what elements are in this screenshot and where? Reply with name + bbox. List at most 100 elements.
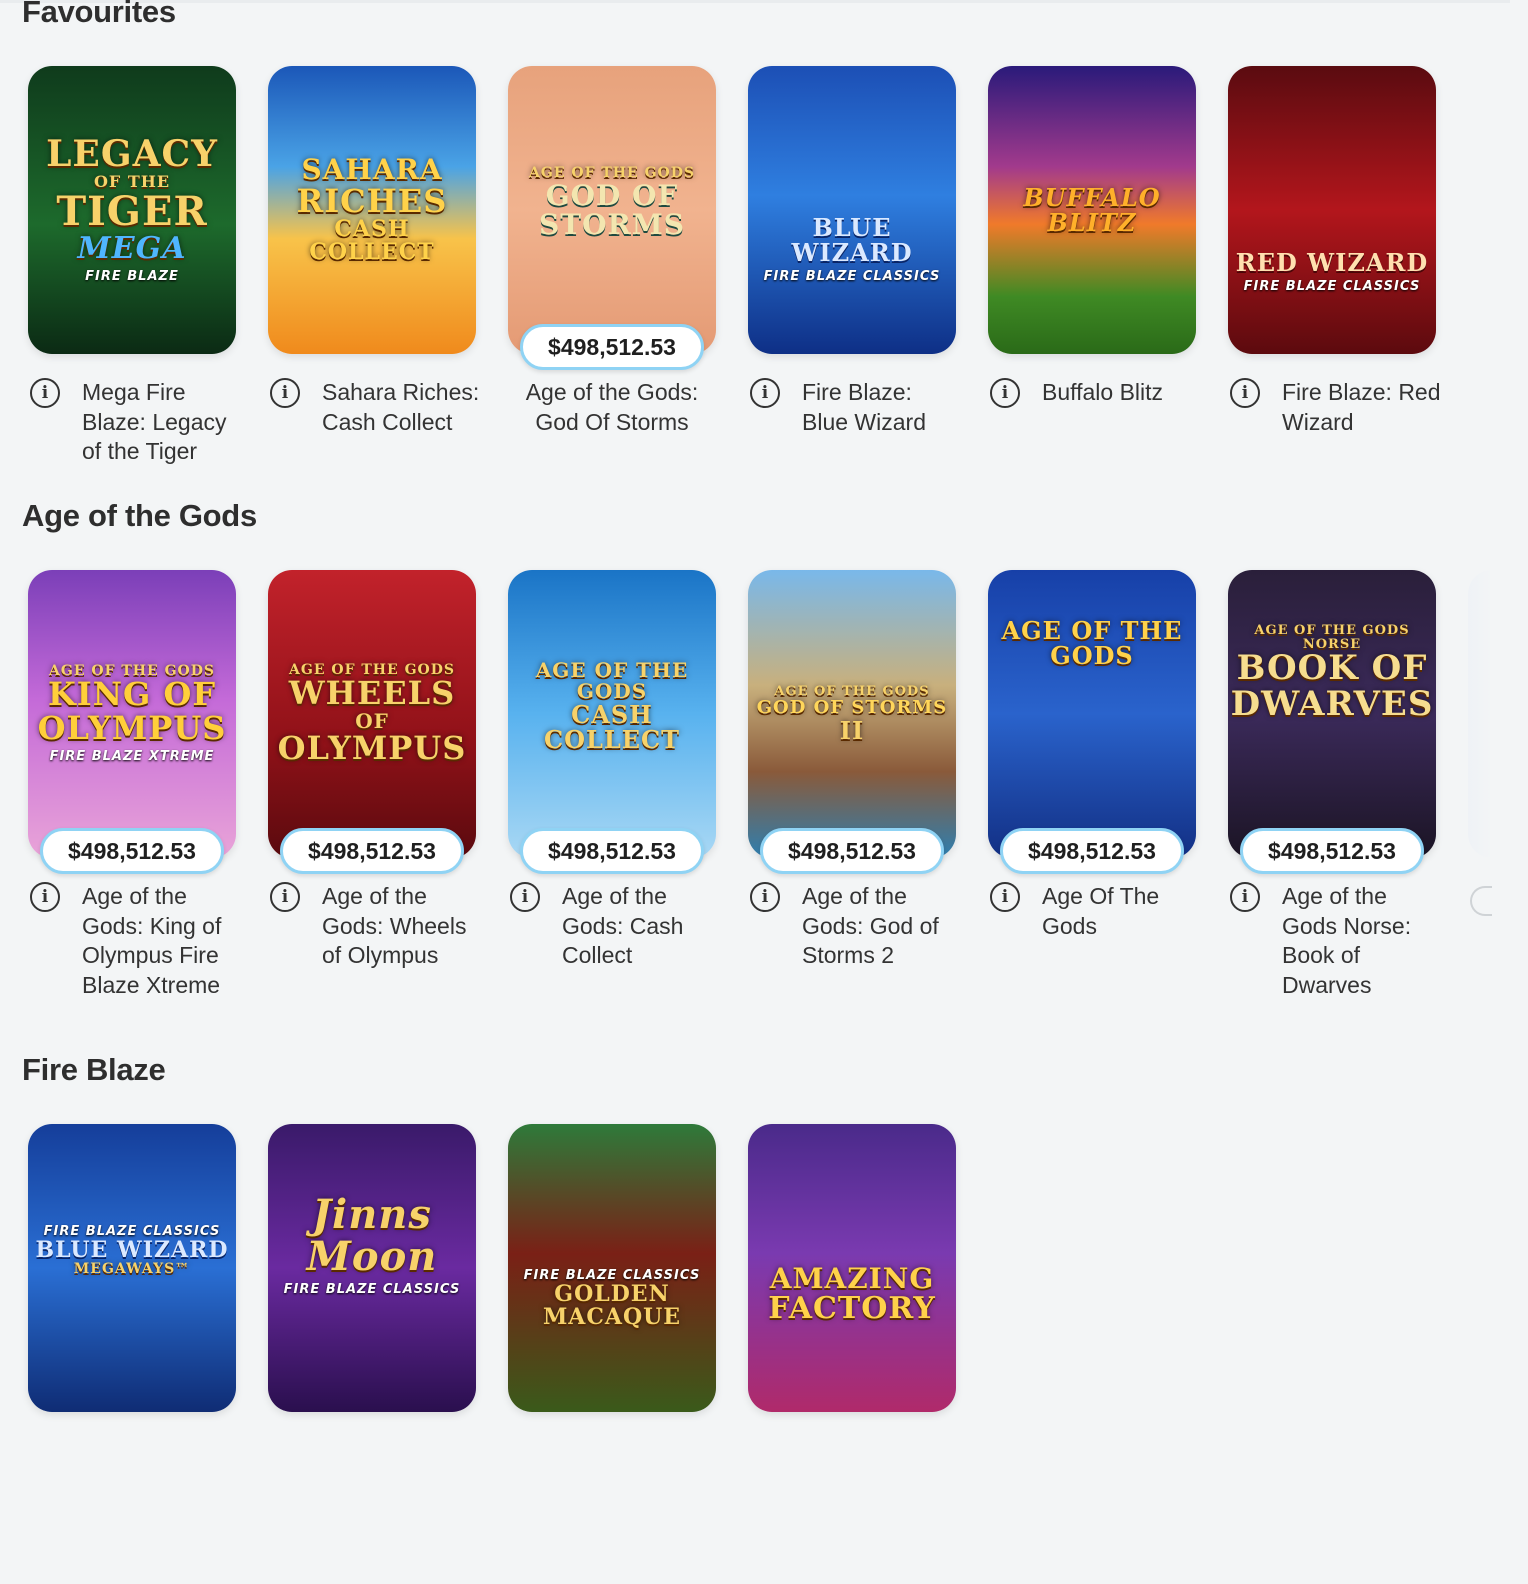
art-logo-line: CASH COLLECT: [543, 700, 680, 755]
info-icon[interactable]: i: [990, 378, 1020, 408]
game-title[interactable]: Buffalo Blitz: [1042, 378, 1202, 408]
game-tile[interactable]: LEGACY OF THE TIGER MEGA FIRE BLAZE: [28, 66, 236, 354]
game-art[interactable]: LEGACY OF THE TIGER MEGA FIRE BLAZE: [28, 66, 236, 354]
game-title[interactable]: Age of the Gods: Cash Collect: [562, 882, 722, 971]
game-art[interactable]: AGE OF THE GODS GOD OF STORMS: [508, 66, 716, 354]
art-logo-line: CASH COLLECT: [309, 216, 435, 266]
game-tile[interactable]: AGE OF THE GODS GOD OF STORMS II: [748, 570, 956, 858]
game-tile[interactable]: Jinns Moon FIRE BLAZE CLASSICS: [268, 1124, 476, 1412]
art-logo-line: AGE OF THE GODS: [535, 658, 689, 703]
art-logo-line: STORMS: [539, 208, 685, 242]
game-art[interactable]: FIRE BLAZE CLASSICS GOLDEN MACAQUE: [508, 1124, 716, 1412]
art-logo-line: GOLDEN: [554, 1281, 670, 1307]
game-tile[interactable]: AGE OF THE GODS KING OF OLYMPUS FIRE BLA…: [28, 570, 236, 858]
info-icon[interactable]: i: [270, 378, 300, 408]
jackpot-badge: $498,512.53: [520, 828, 704, 874]
game-art[interactable]: SAHARA RICHES CASH COLLECT: [268, 66, 476, 354]
game-title[interactable]: Age of the Gods: King of Olympus Fire Bl…: [82, 882, 242, 1000]
partial-info-icon[interactable]: [1470, 886, 1492, 916]
jackpot-badge: $498,512.53: [40, 828, 224, 874]
game-art[interactable]: BUFFALO BLITZ: [988, 66, 1196, 354]
game-tile[interactable]: RED WIZARD FIRE BLAZE CLASSICS: [1228, 66, 1436, 354]
game-title[interactable]: Age Of The Gods: [1042, 882, 1202, 941]
info-icon[interactable]: i: [270, 882, 300, 912]
art-logo-line: AMAZING: [769, 1262, 935, 1295]
game-tile[interactable]: FIRE BLAZE CLASSICS GOLDEN MACAQUE: [508, 1124, 716, 1412]
info-icon[interactable]: i: [1230, 882, 1260, 912]
section-title-favourites: Favourites: [22, 0, 176, 29]
game-art[interactable]: AGE OF THE GODS: [988, 570, 1196, 858]
info-icon[interactable]: i: [510, 882, 540, 912]
art-logo-sub: FIRE BLAZE CLASSICS: [1243, 279, 1421, 294]
game-art[interactable]: AGE OF THE GODS WHEELS OF OLYMPUS: [268, 570, 476, 858]
art-logo-line: BUFFALO BLITZ: [1023, 182, 1161, 237]
art-logo-line: GOD OF STORMS: [756, 696, 948, 718]
art-logo-line: Jinns: [312, 1191, 432, 1238]
info-icon[interactable]: i: [750, 378, 780, 408]
jackpot-badge: $498,512.53: [280, 828, 464, 874]
game-title[interactable]: Age of the Gods Norse: Book of Dwarves: [1282, 882, 1442, 1000]
game-tile[interactable]: AGE OF THE GODS CASH COLLECT: [508, 570, 716, 858]
game-title[interactable]: Mega Fire Blaze: Legacy of the Tiger: [82, 378, 242, 467]
game-tile[interactable]: BLUE WIZARD FIRE BLAZE CLASSICS: [748, 66, 956, 354]
art-logo-sub: FIRE BLAZE: [85, 268, 179, 284]
jackpot-badge: $498,512.53: [760, 828, 944, 874]
row-favourites: LEGACY OF THE TIGER MEGA FIRE BLAZE i Me…: [28, 66, 1498, 526]
game-tile[interactable]: AGE OF THE GODS WHEELS OF OLYMPUS: [268, 570, 476, 858]
game-art[interactable]: AGE OF THE GODS NORSE BOOK OF DWARVES: [1228, 570, 1436, 858]
game-art[interactable]: AGE OF THE GODS GOD OF STORMS II: [748, 570, 956, 858]
game-title[interactable]: Age of the Gods: God Of Storms: [508, 378, 716, 437]
row-age-of-the-gods: AGE OF THE GODS KING OF OLYMPUS FIRE BLA…: [28, 570, 1498, 1030]
info-icon[interactable]: i: [30, 882, 60, 912]
jackpot-badge: $498,512.53: [1000, 828, 1184, 874]
art-logo-line: DWARVES: [1230, 683, 1434, 724]
art-logo-sub: FIRE BLAZE XTREME: [49, 749, 215, 765]
top-divider: [0, 0, 1510, 3]
art-logo-line: LEGACY: [46, 133, 218, 176]
art-logo-sub: FIRE BLAZE CLASSICS: [283, 1282, 461, 1297]
art-logo-line: MEGAWAYS™: [73, 1261, 191, 1278]
art-logo-line: TIGER: [56, 188, 208, 236]
art-logo-line: OLYMPUS: [277, 728, 467, 767]
art-logo-sub: FIRE BLAZE CLASSICS: [763, 269, 941, 284]
game-title[interactable]: Age of the Gods: Wheels of Olympus: [322, 882, 482, 971]
game-title[interactable]: Fire Blaze: Blue Wizard: [802, 378, 962, 437]
game-art[interactable]: RED WIZARD FIRE BLAZE CLASSICS: [1228, 66, 1436, 354]
art-logo-line: BLUE WIZARD: [35, 1237, 229, 1263]
partial-next-card[interactable]: [1468, 570, 1492, 858]
info-icon[interactable]: i: [750, 882, 780, 912]
art-logo-line: WHEELS: [288, 674, 456, 713]
game-art[interactable]: BLUE WIZARD FIRE BLAZE CLASSICS: [748, 66, 956, 354]
game-art[interactable]: AGE OF THE GODS KING OF OLYMPUS FIRE BLA…: [28, 570, 236, 858]
row-fire-blaze: FIRE BLAZE CLASSICS BLUE WIZARD MEGAWAYS…: [28, 1124, 1498, 1584]
info-icon[interactable]: i: [990, 882, 1020, 912]
game-art[interactable]: FIRE BLAZE CLASSICS BLUE WIZARD MEGAWAYS…: [28, 1124, 236, 1412]
section-title-age-of-the-gods: Age of the Gods: [22, 498, 257, 533]
art-logo-line: SAHARA: [301, 153, 443, 187]
info-icon[interactable]: i: [30, 378, 60, 408]
art-logo-line: RICHES: [296, 181, 448, 220]
art-logo-line: Moon: [306, 1233, 438, 1280]
game-tile[interactable]: SAHARA RICHES CASH COLLECT: [268, 66, 476, 354]
art-logo-line: AGE OF THE GODS: [1001, 616, 1183, 671]
game-tile[interactable]: AGE OF THE GODS NORSE BOOK OF DWARVES: [1228, 570, 1436, 858]
game-art[interactable]: AGE OF THE GODS CASH COLLECT: [508, 570, 716, 858]
art-logo-line: GOD OF: [545, 178, 679, 212]
game-tile[interactable]: AMAZING FACTORY: [748, 1124, 956, 1412]
section-title-fire-blaze: Fire Blaze: [22, 1052, 166, 1087]
game-art[interactable]: Jinns Moon FIRE BLAZE CLASSICS: [268, 1124, 476, 1412]
art-logo-line: II: [839, 715, 865, 745]
game-title[interactable]: Age of the Gods: God of Storms 2: [802, 882, 962, 971]
art-logo-line: BLUE WIZARD: [791, 212, 913, 267]
art-logo-line: RED WIZARD: [1235, 247, 1429, 277]
info-icon[interactable]: i: [1230, 378, 1260, 408]
game-title[interactable]: Fire Blaze: Red Wizard: [1282, 378, 1442, 437]
art-logo-line: MEGA: [77, 231, 187, 267]
game-art[interactable]: AMAZING FACTORY: [748, 1124, 956, 1412]
game-title[interactable]: Sahara Riches: Cash Collect: [322, 378, 482, 437]
game-tile[interactable]: AGE OF THE GODS: [988, 570, 1196, 858]
game-tile[interactable]: BUFFALO BLITZ: [988, 66, 1196, 354]
game-tile[interactable]: FIRE BLAZE CLASSICS BLUE WIZARD MEGAWAYS…: [28, 1124, 236, 1412]
art-logo-line: BOOK OF: [1236, 648, 1428, 689]
game-tile[interactable]: AGE OF THE GODS GOD OF STORMS: [508, 66, 716, 354]
